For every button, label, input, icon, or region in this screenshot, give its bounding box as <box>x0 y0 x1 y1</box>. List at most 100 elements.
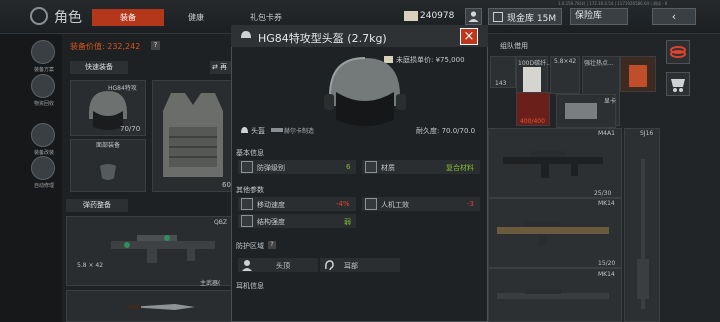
inventory-item-label: 5.8×42 <box>554 58 577 65</box>
help-icon[interactable]: ? <box>268 241 276 249</box>
stat-ergonomics: 人机工效 -3 <box>362 197 480 211</box>
loadout-plan-icon[interactable] <box>31 40 55 64</box>
headset-info-heading: 耳机信息 <box>236 282 264 290</box>
safe-vault-button[interactable]: 保险库 <box>570 8 628 25</box>
quick-equip-button[interactable]: 快速装备 <box>70 61 128 74</box>
jar-icon <box>629 65 647 87</box>
cash-vault-button[interactable]: 现金库 15M <box>488 8 562 25</box>
item-slot-type: 头盔 <box>251 127 265 135</box>
inventory-item[interactable] <box>624 128 660 322</box>
inventory-item-label: 显卡 <box>604 98 617 105</box>
stat-name: 人机工效 <box>381 201 409 209</box>
protect-area-heading: 防护区域 <box>236 242 264 250</box>
tab-equipment[interactable]: 装备 <box>92 9 164 26</box>
face-gear-label: 面部装备 <box>96 142 121 149</box>
equipment-value: 装备价值: 232,242 <box>70 42 141 51</box>
helmet-type-icon <box>241 127 248 133</box>
money-balance: 240978 <box>420 11 455 21</box>
mk14-icon <box>497 221 609 246</box>
close-button[interactable]: × <box>460 28 478 45</box>
primary-weapon-slot[interactable] <box>66 216 234 286</box>
cash-vault-label: 现金库 15M <box>507 14 557 24</box>
inventory-item-label: MK14 <box>598 271 615 278</box>
primary-weapon-label: 主武器( <box>200 280 221 287</box>
stat-material: 材质 复合材料 <box>362 160 480 174</box>
inventory-item[interactable] <box>620 56 656 92</box>
other-params-heading: 其他参数 <box>236 186 264 194</box>
inventory-item[interactable] <box>488 128 622 198</box>
character-logo-icon <box>30 7 48 25</box>
stat-armor-level: 防弹级别 6 <box>238 160 356 174</box>
inventory-item-label: MK14 <box>598 200 615 207</box>
stat-name: 材质 <box>381 164 395 172</box>
item-maker: 赫尔卡制造 <box>284 128 315 135</box>
item-durability: 耐久度: 70.0/70.0 <box>416 127 476 135</box>
page-title: 角色 <box>54 10 82 26</box>
helmet-preview <box>324 57 406 126</box>
stat-name: 防弹级别 <box>257 164 285 172</box>
inventory-item-label: 25/30 <box>594 190 612 197</box>
helmet-durability: 70/70 <box>120 125 141 133</box>
knife-icon <box>127 304 195 310</box>
weapon-ammo-type: 5.8 × 42 <box>77 262 104 269</box>
stat-value: 6 <box>346 163 351 171</box>
tab-health[interactable]: 健康 <box>176 9 216 26</box>
vest-slot[interactable] <box>152 80 234 192</box>
wrench-icon[interactable] <box>31 123 55 147</box>
profile-button[interactable] <box>465 8 482 25</box>
storage-tab-button[interactable] <box>666 40 690 64</box>
inventory-item-label: 400/400 <box>520 118 545 125</box>
stat-value: 弱 <box>344 218 351 226</box>
ear-icon <box>325 260 334 271</box>
maker-icon <box>271 128 283 132</box>
structure-stat-icon <box>241 215 253 227</box>
inventory-item-label: 强壮热点... <box>584 60 614 67</box>
cash-icon <box>493 12 503 22</box>
inventory-item-label: SJ16 <box>640 130 654 137</box>
version-info: 1.0.159.78(4) | 172.16.0.54 | 1171926586… <box>558 1 668 6</box>
vest-icon <box>163 93 223 177</box>
mk14-icon <box>497 289 609 299</box>
stat-value: 复合材料 <box>446 164 474 172</box>
protect-ears: 耳部 <box>320 258 400 272</box>
sidebar-label-modify: 装备改装 <box>33 150 54 156</box>
money-icon <box>404 11 418 21</box>
ammo-prep-button[interactable]: 弹药整备 <box>66 199 128 212</box>
help-icon[interactable]: ? <box>151 41 160 50</box>
stat-name: 移动速度 <box>257 201 285 209</box>
helmet-small-icon <box>241 31 251 38</box>
inventory-item-label: 15/20 <box>598 260 616 267</box>
sidebar-label-loadout: 装备方案 <box>33 67 54 73</box>
inventory-item-label: M4A1 <box>598 130 615 137</box>
protect-name: 头顶 <box>276 262 290 270</box>
inventory-item[interactable] <box>488 198 622 268</box>
cart-icon <box>671 79 685 92</box>
m4a1-icon <box>503 151 603 178</box>
basic-info-heading: 基本信息 <box>236 149 264 157</box>
gear-tab-button[interactable] <box>666 72 690 96</box>
inventory-item-label: 143 <box>495 80 507 87</box>
inventory-item-label: 100D碳纤... <box>518 60 552 67</box>
repair-icon[interactable] <box>31 156 55 180</box>
item-title: HG84特攻型头盔 (2.7kg) <box>258 32 387 45</box>
back-button[interactable]: ‹ <box>652 8 696 25</box>
sidebar-label-recycle: 物资回收 <box>33 101 54 107</box>
weapon-name: QBZ <box>214 219 227 226</box>
sidebar-label-repair: 自动修理 <box>33 183 54 189</box>
stat-name: 结构强度 <box>257 218 285 226</box>
tab-gift-card[interactable]: 礼包卡券 <box>236 9 296 26</box>
recycle-icon[interactable] <box>31 74 55 98</box>
shield-stat-icon <box>241 161 253 173</box>
protect-head-top: 头顶 <box>238 258 318 272</box>
person-icon <box>468 11 479 22</box>
helmet-slot-name: HG84特攻 <box>108 85 137 92</box>
material-stat-icon <box>365 161 377 173</box>
rifle-icon <box>111 235 215 263</box>
protect-name: 耳部 <box>344 262 358 270</box>
face-mask-icon <box>100 164 116 180</box>
stat-value: -4% <box>336 200 350 208</box>
gpu-icon <box>565 103 597 119</box>
stat-structure: 结构强度 弱 <box>238 214 356 228</box>
squad-loan-label: 组队借用 <box>500 42 528 50</box>
melee-slot[interactable] <box>66 290 234 322</box>
